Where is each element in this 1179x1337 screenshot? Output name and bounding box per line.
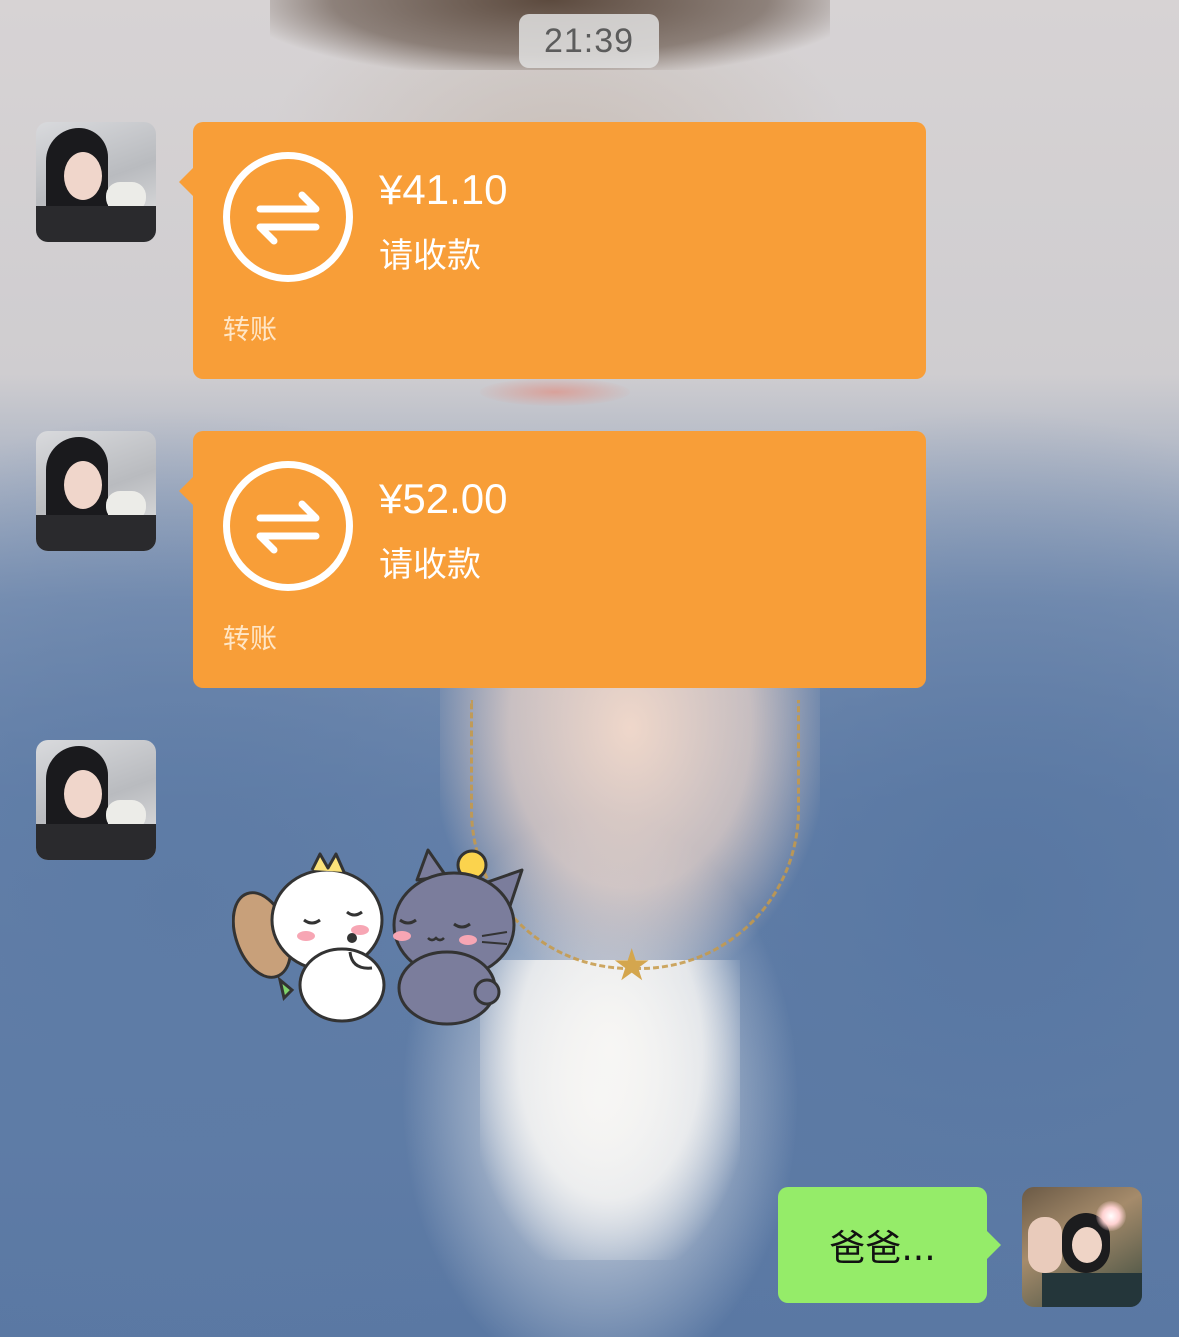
- transfer-bubble[interactable]: ¥52.00 请收款 转账: [179, 431, 926, 688]
- my-message-bubble[interactable]: 爸爸...: [778, 1187, 1001, 1303]
- avatar-other[interactable]: [36, 431, 156, 551]
- hugging-dog-cat-sticker[interactable]: [231, 840, 552, 1030]
- transfer-amount: ¥41.10: [379, 166, 508, 213]
- transfer-bubble[interactable]: ¥41.10 请收款 转账: [179, 122, 926, 379]
- transfer-status: 请收款: [379, 545, 481, 585]
- transfer-amount: ¥52.00: [379, 475, 508, 522]
- star-pendant-icon: ★: [612, 940, 652, 991]
- transfer-icon: [223, 152, 353, 282]
- avatar-me[interactable]: [1022, 1187, 1142, 1307]
- transfer-icon: [223, 461, 353, 591]
- transfer-label: 转账: [223, 315, 277, 346]
- timestamp: 21:39: [519, 14, 659, 68]
- avatar-other[interactable]: [36, 740, 156, 860]
- transfer-status: 请收款: [379, 236, 481, 276]
- background-lips: [480, 378, 630, 406]
- avatar-other[interactable]: [36, 122, 156, 242]
- transfer-label: 转账: [223, 624, 277, 655]
- my-message-text: 爸爸...: [829, 1228, 936, 1269]
